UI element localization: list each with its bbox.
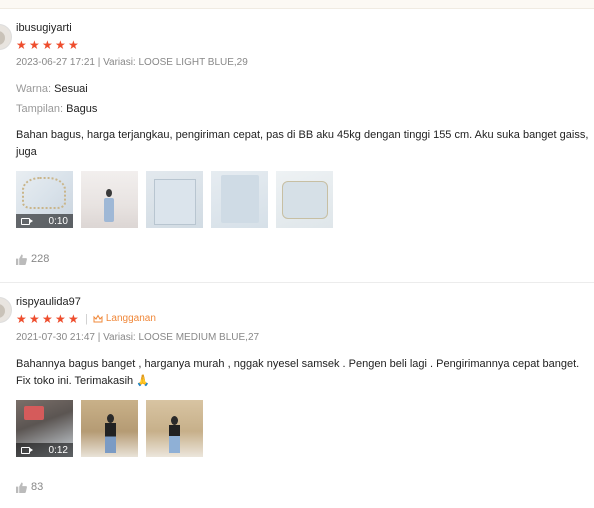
star-icon: ★ xyxy=(42,311,53,326)
review-media: 0:12 xyxy=(16,400,211,457)
star-icon: ★ xyxy=(55,37,66,52)
review-item: rispyaulida97 ★ ★ ★ ★ ★ | Langganan 2021… xyxy=(0,283,594,508)
thumbs-up-icon xyxy=(16,481,27,493)
photo-thumbnail[interactable] xyxy=(81,400,138,457)
review-item: ibusugiyarti ★ ★ ★ ★ ★ 2023-06-27 17:21 … xyxy=(0,0,594,282)
photo-thumbnail[interactable] xyxy=(81,171,138,228)
video-bar: 0:10 xyxy=(16,214,73,228)
crown-icon xyxy=(93,313,103,322)
star-rating: ★ ★ ★ ★ ★ xyxy=(16,38,81,51)
photo-thumbnail[interactable] xyxy=(211,171,268,228)
attribute-label: Warna: xyxy=(16,83,52,95)
reviewer-username[interactable]: rispyaulida97 xyxy=(16,296,81,308)
review-text: Bahan bagus, harga terjangkau, pengirima… xyxy=(16,129,589,158)
like-button[interactable]: 228 xyxy=(16,253,49,265)
video-duration: 0:10 xyxy=(48,215,68,227)
attribute-color: Warna: Sesuai xyxy=(16,83,88,95)
reviewer-username[interactable]: ibusugiyarti xyxy=(16,22,72,34)
badge-label: Langganan xyxy=(105,313,156,324)
review-meta: 2021-07-30 21:47 | Variasi: LOOSE MEDIUM… xyxy=(16,332,260,343)
attribute-value: Sesuai xyxy=(54,83,88,95)
like-count: 228 xyxy=(31,253,50,265)
star-icon: ★ xyxy=(29,37,40,52)
review-text: Bahannya bagus banget , harganya murah ,… xyxy=(16,358,580,387)
star-icon: ★ xyxy=(68,311,79,326)
video-thumbnail[interactable]: 0:12 xyxy=(16,400,73,457)
star-icon: ★ xyxy=(29,311,40,326)
photo-thumbnail[interactable] xyxy=(276,171,333,228)
attribute-value: Bagus xyxy=(66,103,98,115)
separator: | xyxy=(85,312,88,325)
avatar[interactable] xyxy=(0,297,12,323)
avatar[interactable] xyxy=(0,24,12,50)
video-thumbnail[interactable]: 0:10 xyxy=(16,171,73,228)
video-camera-icon xyxy=(21,217,33,225)
star-rating: ★ ★ ★ ★ ★ | Langganan xyxy=(16,312,156,325)
star-icon: ★ xyxy=(16,37,27,52)
attribute-appearance: Tampilan: Bagus xyxy=(16,103,97,115)
video-bar: 0:12 xyxy=(16,443,73,457)
subscriber-badge: Langganan xyxy=(93,313,156,324)
photo-thumbnail[interactable] xyxy=(146,400,203,457)
star-icon: ★ xyxy=(55,311,66,326)
like-button[interactable]: 83 xyxy=(16,481,43,493)
attribute-label: Tampilan: xyxy=(16,103,64,115)
review-meta: 2023-06-27 17:21 | Variasi: LOOSE LIGHT … xyxy=(16,57,248,68)
star-icon: ★ xyxy=(42,37,53,52)
video-camera-icon xyxy=(21,446,33,454)
photo-thumbnail[interactable] xyxy=(146,171,203,228)
like-count: 83 xyxy=(31,481,44,493)
thumbs-up-icon xyxy=(16,253,27,265)
review-media: 0:10 xyxy=(16,171,341,228)
video-duration: 0:12 xyxy=(48,444,68,456)
star-icon: ★ xyxy=(68,37,79,52)
star-icon: ★ xyxy=(16,311,27,326)
